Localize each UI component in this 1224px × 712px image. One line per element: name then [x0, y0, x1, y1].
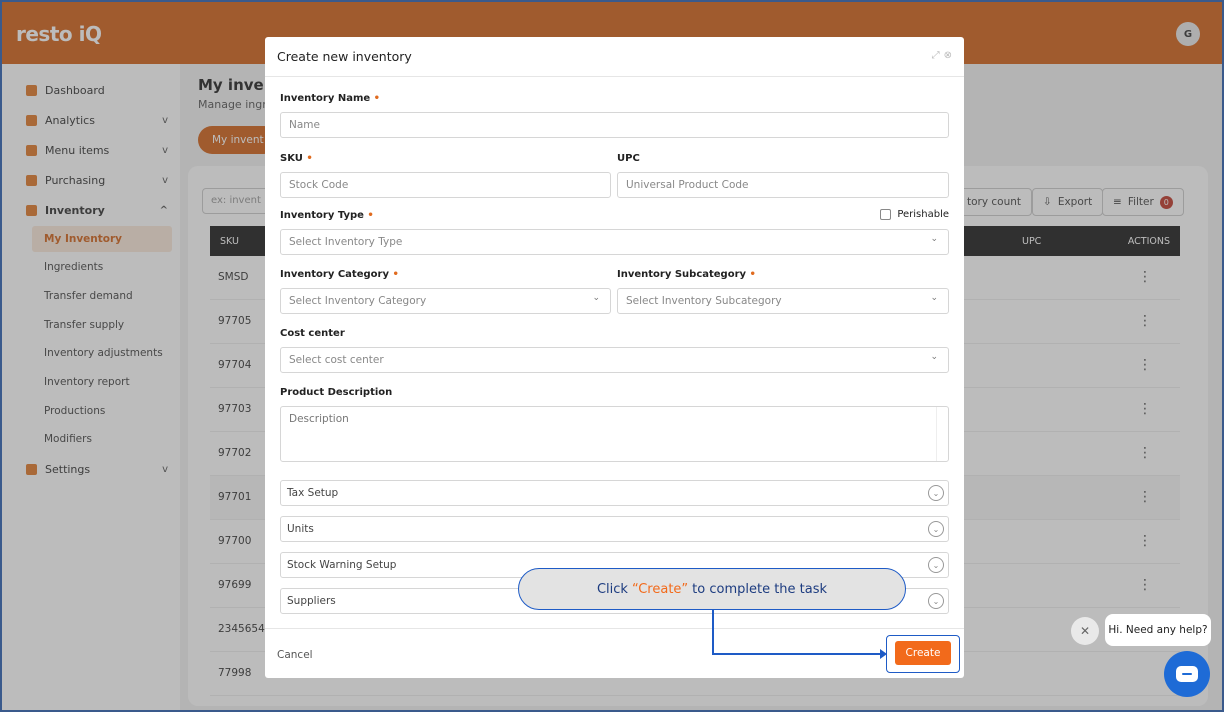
section-label: Tax Setup: [287, 487, 339, 499]
textarea-scrollbar[interactable]: [936, 407, 948, 461]
chevron-down-icon[interactable]: ⌄: [928, 521, 944, 537]
create-button-highlight: Create: [886, 635, 960, 673]
chat-close-icon[interactable]: ✕: [1071, 617, 1099, 645]
section-label: Suppliers: [287, 595, 336, 607]
instruction-callout: Click “Create” to complete the task: [518, 568, 906, 610]
inventory-category-label: Inventory Category •: [280, 269, 399, 280]
chevron-down-icon: ⌄: [930, 293, 938, 303]
section-label: Stock Warning Setup: [287, 559, 397, 571]
inventory-type-select[interactable]: Select Inventory Type ⌄: [280, 229, 949, 255]
create-button[interactable]: Create: [895, 641, 951, 665]
app-window: resto iQ G Dashboard Analytics v Menu it…: [0, 0, 1224, 712]
modal-header: Create new inventory ⤢ ⊗: [265, 37, 964, 77]
callout-text-after: to complete the task: [692, 581, 828, 597]
inventory-subcategory-placeholder: Select Inventory Subcategory: [626, 295, 782, 307]
cost-center-placeholder: Select cost center: [289, 354, 384, 366]
chevron-down-icon: ⌄: [930, 352, 938, 362]
expand-icon[interactable]: ⤢: [932, 50, 940, 61]
perishable-checkbox[interactable]: Perishable: [880, 209, 949, 220]
section-label: Units: [287, 523, 314, 535]
inventory-type-placeholder: Select Inventory Type: [289, 236, 403, 248]
chevron-down-icon[interactable]: ⌄: [928, 593, 944, 609]
inventory-subcategory-select[interactable]: Select Inventory Subcategory ⌄: [617, 288, 949, 314]
product-description-textarea[interactable]: Description: [280, 406, 949, 462]
callout-text-before: Click: [596, 581, 628, 597]
inventory-subcategory-label: Inventory Subcategory •: [617, 269, 756, 280]
callout-highlight: “Create”: [631, 581, 689, 597]
modal-header-icons: ⤢ ⊗: [932, 50, 952, 61]
cost-center-label: Cost center: [280, 328, 345, 339]
chevron-down-icon[interactable]: ⌄: [928, 485, 944, 501]
inventory-type-label: Inventory Type •: [280, 210, 374, 221]
chat-icon: [1176, 666, 1198, 682]
checkbox-icon[interactable]: [880, 209, 892, 220]
inventory-name-input[interactable]: Name: [280, 112, 949, 138]
sku-input[interactable]: Stock Code: [280, 172, 611, 198]
tax-setup-section[interactable]: Tax Setup ⌄: [280, 480, 949, 506]
chat-launcher-button[interactable]: [1164, 651, 1210, 697]
callout-connector-vertical: [712, 610, 714, 654]
modal-title: Create new inventory: [277, 49, 412, 64]
perishable-label: Perishable: [897, 209, 949, 220]
chat-greeting-bubble[interactable]: Hi. Need any help?: [1105, 614, 1211, 646]
inventory-name-label: Inventory Name •: [280, 93, 381, 104]
product-description-label: Product Description: [280, 387, 393, 398]
cost-center-select[interactable]: Select cost center ⌄: [280, 347, 949, 373]
upc-input[interactable]: Universal Product Code: [617, 172, 949, 198]
inventory-category-placeholder: Select Inventory Category: [289, 295, 427, 307]
chevron-down-icon[interactable]: ⌄: [928, 557, 944, 573]
chevron-down-icon: ⌄: [592, 293, 600, 303]
sku-label: SKU •: [280, 153, 313, 164]
arrow-right-icon: [880, 649, 887, 659]
cancel-button[interactable]: Cancel: [277, 649, 313, 661]
upc-label: UPC: [617, 153, 640, 164]
close-icon[interactable]: ⊗: [944, 50, 952, 61]
inventory-category-select[interactable]: Select Inventory Category ⌄: [280, 288, 611, 314]
chevron-down-icon: ⌄: [930, 234, 938, 244]
units-section[interactable]: Units ⌄: [280, 516, 949, 542]
callout-connector-horizontal: [712, 653, 882, 655]
description-placeholder: Description: [289, 413, 349, 425]
